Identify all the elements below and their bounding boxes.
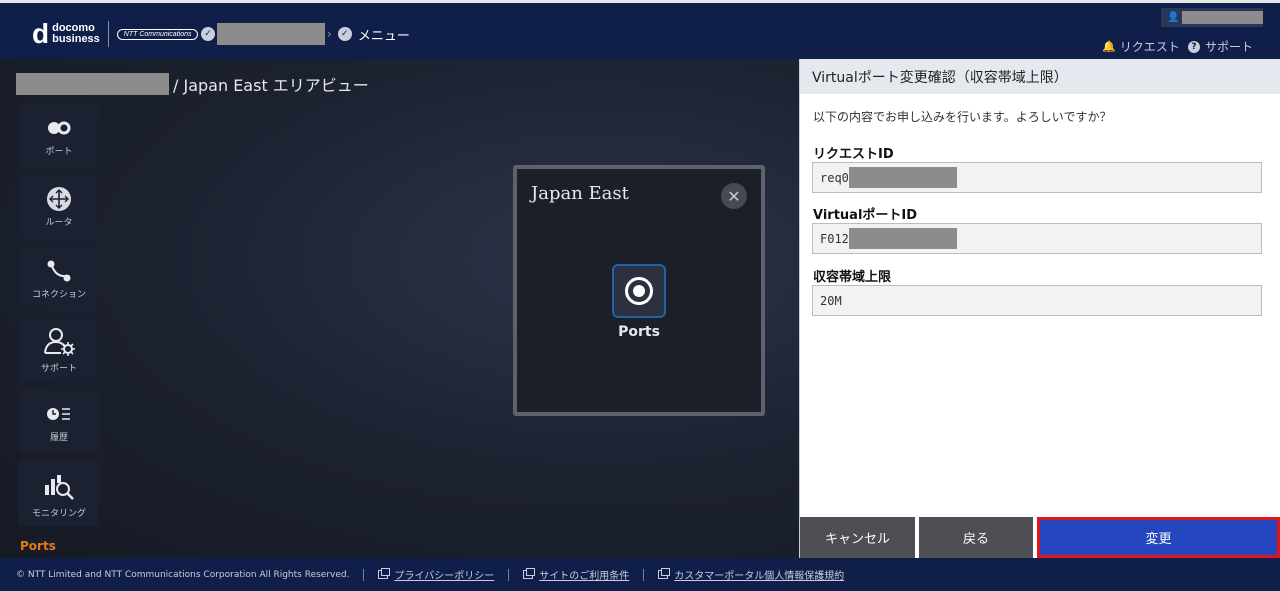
- support-link[interactable]: ? サポート: [1188, 38, 1253, 55]
- support-icon: [42, 327, 76, 357]
- active-section-label: Ports: [20, 539, 56, 553]
- sidebar-item-support[interactable]: サポート: [19, 317, 99, 381]
- footer-divider: [643, 568, 645, 581]
- question-circle-icon: ?: [1188, 40, 1200, 53]
- virtual-port-id-field: F012: [812, 223, 1262, 254]
- request-id-label: リクエストID: [813, 147, 894, 162]
- ports-icon: [47, 116, 71, 140]
- sidebar-item-history[interactable]: 履歴: [19, 390, 99, 452]
- virtual-port-id-value: F012: [820, 231, 849, 246]
- panel-title: Virtualポート変更確認（収容帯域上限）: [800, 59, 1280, 94]
- terms-of-use-link[interactable]: サイトのご利用条件: [523, 567, 629, 582]
- logo-word-business: business: [52, 33, 100, 45]
- sidebar-item-label: モニタリング: [31, 509, 86, 519]
- bell-icon: 🔔: [1102, 40, 1116, 53]
- ntt-communications-logo: NTT Communications: [116, 28, 199, 40]
- ports-node[interactable]: [612, 264, 666, 318]
- terms-of-use-label: サイトのご利用条件: [539, 571, 630, 582]
- logo-d-mark: d: [32, 18, 50, 49]
- support-link-label: サポート: [1205, 40, 1254, 54]
- docomo-business-logo[interactable]: d docomo business NTT Communications: [32, 18, 199, 49]
- virtual-port-id-label: VirtualポートID: [813, 208, 918, 223]
- request-id-value: req0: [820, 170, 849, 185]
- area-title-text: / Japan East エリアビュー: [173, 76, 369, 95]
- connection-icon: [46, 259, 72, 283]
- sidebar-item-ports[interactable]: ポート: [19, 103, 99, 167]
- ports-node-label: Ports: [618, 324, 660, 340]
- area-view: / Japan East エリアビュー ポート ルータ コネクション サポート …: [0, 59, 799, 558]
- bandwidth-limit-label: 収容帯域上限: [813, 270, 892, 285]
- privacy-policy-label: プライバシーポリシー: [394, 571, 495, 582]
- bandwidth-limit-value: 20M: [820, 293, 842, 308]
- customer-privacy-link[interactable]: カスタマーポータル個人情報保護規約: [658, 567, 844, 582]
- external-window-icon: [378, 568, 391, 579]
- check-circle-icon: ✓: [337, 27, 352, 41]
- sidebar-item-label: ルータ: [45, 218, 73, 228]
- footer-divider: [508, 568, 510, 581]
- confirm-panel: Virtualポート変更確認（収容帯域上限） 以下の内容でお申し込みを行います。…: [799, 59, 1280, 558]
- confirm-message: 以下の内容でお申し込みを行います。よろしいですか？: [813, 110, 1112, 124]
- page-title: / Japan East エリアビュー: [16, 72, 369, 96]
- customer-privacy-label: カスタマーポータル個人情報保護規約: [674, 571, 845, 582]
- close-icon[interactable]: ✕: [721, 183, 747, 209]
- menu-link[interactable]: メニュー: [358, 25, 410, 44]
- footer-divider: [363, 568, 365, 581]
- external-window-icon: [658, 568, 671, 579]
- region-card: Japan East ✕ Ports: [513, 165, 765, 416]
- change-button[interactable]: 変更: [1037, 517, 1280, 558]
- breadcrumb: ✓ › ✓ メニュー: [201, 23, 410, 45]
- request-id-field: req0: [812, 162, 1262, 193]
- sidebar-item-monitoring[interactable]: モニタリング: [19, 460, 99, 526]
- sidebar-item-label: コネクション: [31, 290, 86, 300]
- sidebar-item-label: サポート: [40, 364, 77, 374]
- redacted-user-name: [1182, 11, 1263, 24]
- router-icon: [46, 187, 72, 211]
- redacted-request-id: [848, 167, 957, 188]
- sidebar-item-router[interactable]: ルータ: [19, 175, 99, 239]
- port-radio-icon: [625, 277, 653, 305]
- user-icon: 👤: [1167, 12, 1180, 23]
- redacted-tenant-title: [16, 73, 169, 95]
- check-circle-icon: ✓: [201, 27, 215, 41]
- sidebar-item-label: ポート: [45, 147, 73, 157]
- sidebar-item-connection[interactable]: コネクション: [19, 247, 99, 309]
- copyright-text: © NTT Limited and NTT Communications Cor…: [16, 569, 350, 580]
- history-icon: [46, 402, 72, 426]
- redacted-virtual-port-id: [848, 228, 957, 249]
- request-link-label: リクエスト: [1119, 40, 1180, 54]
- chevron-right-icon: ›: [327, 27, 332, 41]
- back-button[interactable]: 戻る: [919, 517, 1033, 558]
- user-menu[interactable]: 👤: [1161, 8, 1263, 27]
- monitoring-icon: [43, 472, 75, 502]
- logo-divider: [107, 21, 109, 47]
- bandwidth-limit-field: 20M: [812, 285, 1262, 316]
- privacy-policy-link[interactable]: プライバシーポリシー: [378, 567, 494, 582]
- external-window-icon: [523, 568, 536, 579]
- request-link[interactable]: 🔔 リクエスト: [1102, 38, 1180, 55]
- region-card-title: Japan East: [531, 183, 629, 204]
- footer: © NTT Limited and NTT Communications Cor…: [0, 558, 1280, 591]
- sidebar-item-label: 履歴: [49, 433, 68, 443]
- redacted-tenant-name[interactable]: [217, 23, 325, 45]
- cancel-button[interactable]: キャンセル: [800, 517, 915, 558]
- top-header: d docomo business NTT Communications ✓ ›…: [0, 0, 1280, 59]
